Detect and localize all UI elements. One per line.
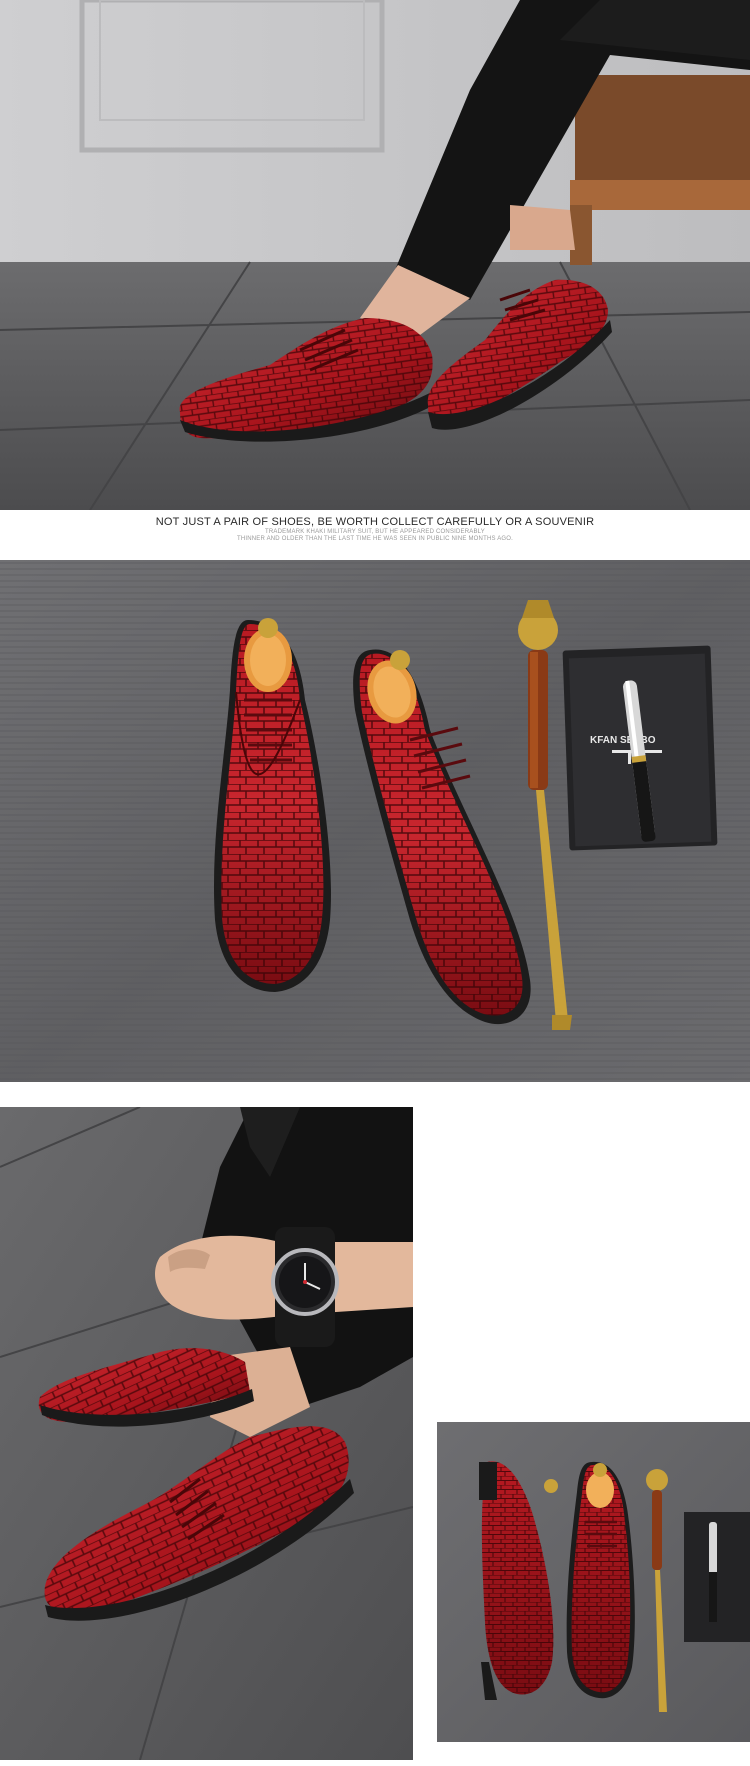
lifestyle-photo-watch	[0, 1107, 413, 1760]
tagline-subline-2: THINNER AND OLDER THAN THE LAST TIME HE …	[236, 536, 514, 542]
oxford-shoe-icon	[566, 1461, 635, 1699]
wristwatch-icon	[271, 1227, 339, 1347]
gift-box-icon	[684, 1512, 750, 1642]
tagline-banner: NOT JUST A PAIR OF SHOES, BE WORTH COLLE…	[0, 510, 750, 560]
box-brand-text: KFAN SENBO	[590, 735, 656, 746]
product-flatlay-photo: KFAN SENBO	[0, 560, 750, 1082]
tagline-text: NOT JUST A PAIR OF SHOES, BE WORTH COLLE…	[155, 516, 595, 528]
gift-box-icon: KFAN SENBO	[562, 645, 718, 851]
tagline-subline-1: TRADEMARK KHAKI MILITARY SUIT, BUT HE AP…	[265, 529, 485, 535]
hero-photo-model-seated	[0, 0, 750, 510]
thumbnail-flatlay-photo	[437, 1422, 750, 1742]
